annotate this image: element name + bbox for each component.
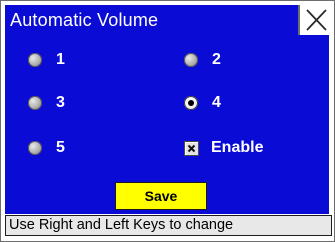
check-mark-icon — [187, 144, 196, 152]
volume-option-3-label: 3 — [56, 94, 65, 111]
volume-option-1-label: 1 — [56, 51, 65, 68]
close-icon — [306, 9, 327, 31]
radio-button-5[interactable] — [28, 141, 42, 155]
radio-button-2[interactable] — [184, 53, 198, 67]
save-button[interactable]: Save — [115, 182, 207, 210]
volume-option-5-label: 5 — [56, 139, 65, 156]
volume-option-1[interactable]: 1 — [28, 48, 65, 72]
volume-option-2-label: 2 — [212, 51, 221, 68]
volume-option-5[interactable]: 5 — [28, 136, 65, 160]
close-button[interactable] — [298, 5, 330, 35]
volume-option-4-label: 4 — [212, 94, 221, 111]
dialog-frame: Automatic Volume 1 2 3 4 5 Enable Save U… — [0, 0, 335, 242]
status-bar: Use Right and Left Keys to change — [5, 215, 332, 236]
volume-option-2[interactable]: 2 — [184, 48, 221, 72]
volume-option-3[interactable]: 3 — [28, 91, 65, 115]
enable-checkbox[interactable] — [184, 140, 199, 156]
volume-option-4[interactable]: 4 — [184, 91, 221, 115]
options-panel: 1 2 3 4 5 Enable Save — [5, 35, 329, 214]
enable-label: Enable — [211, 139, 264, 156]
radio-button-4[interactable] — [184, 96, 198, 110]
enable-option[interactable]: Enable — [184, 136, 263, 160]
window-title: Automatic Volume — [10, 10, 159, 30]
radio-button-1[interactable] — [28, 53, 42, 67]
radio-button-3[interactable] — [28, 96, 42, 110]
title-bar: Automatic Volume — [5, 5, 330, 35]
